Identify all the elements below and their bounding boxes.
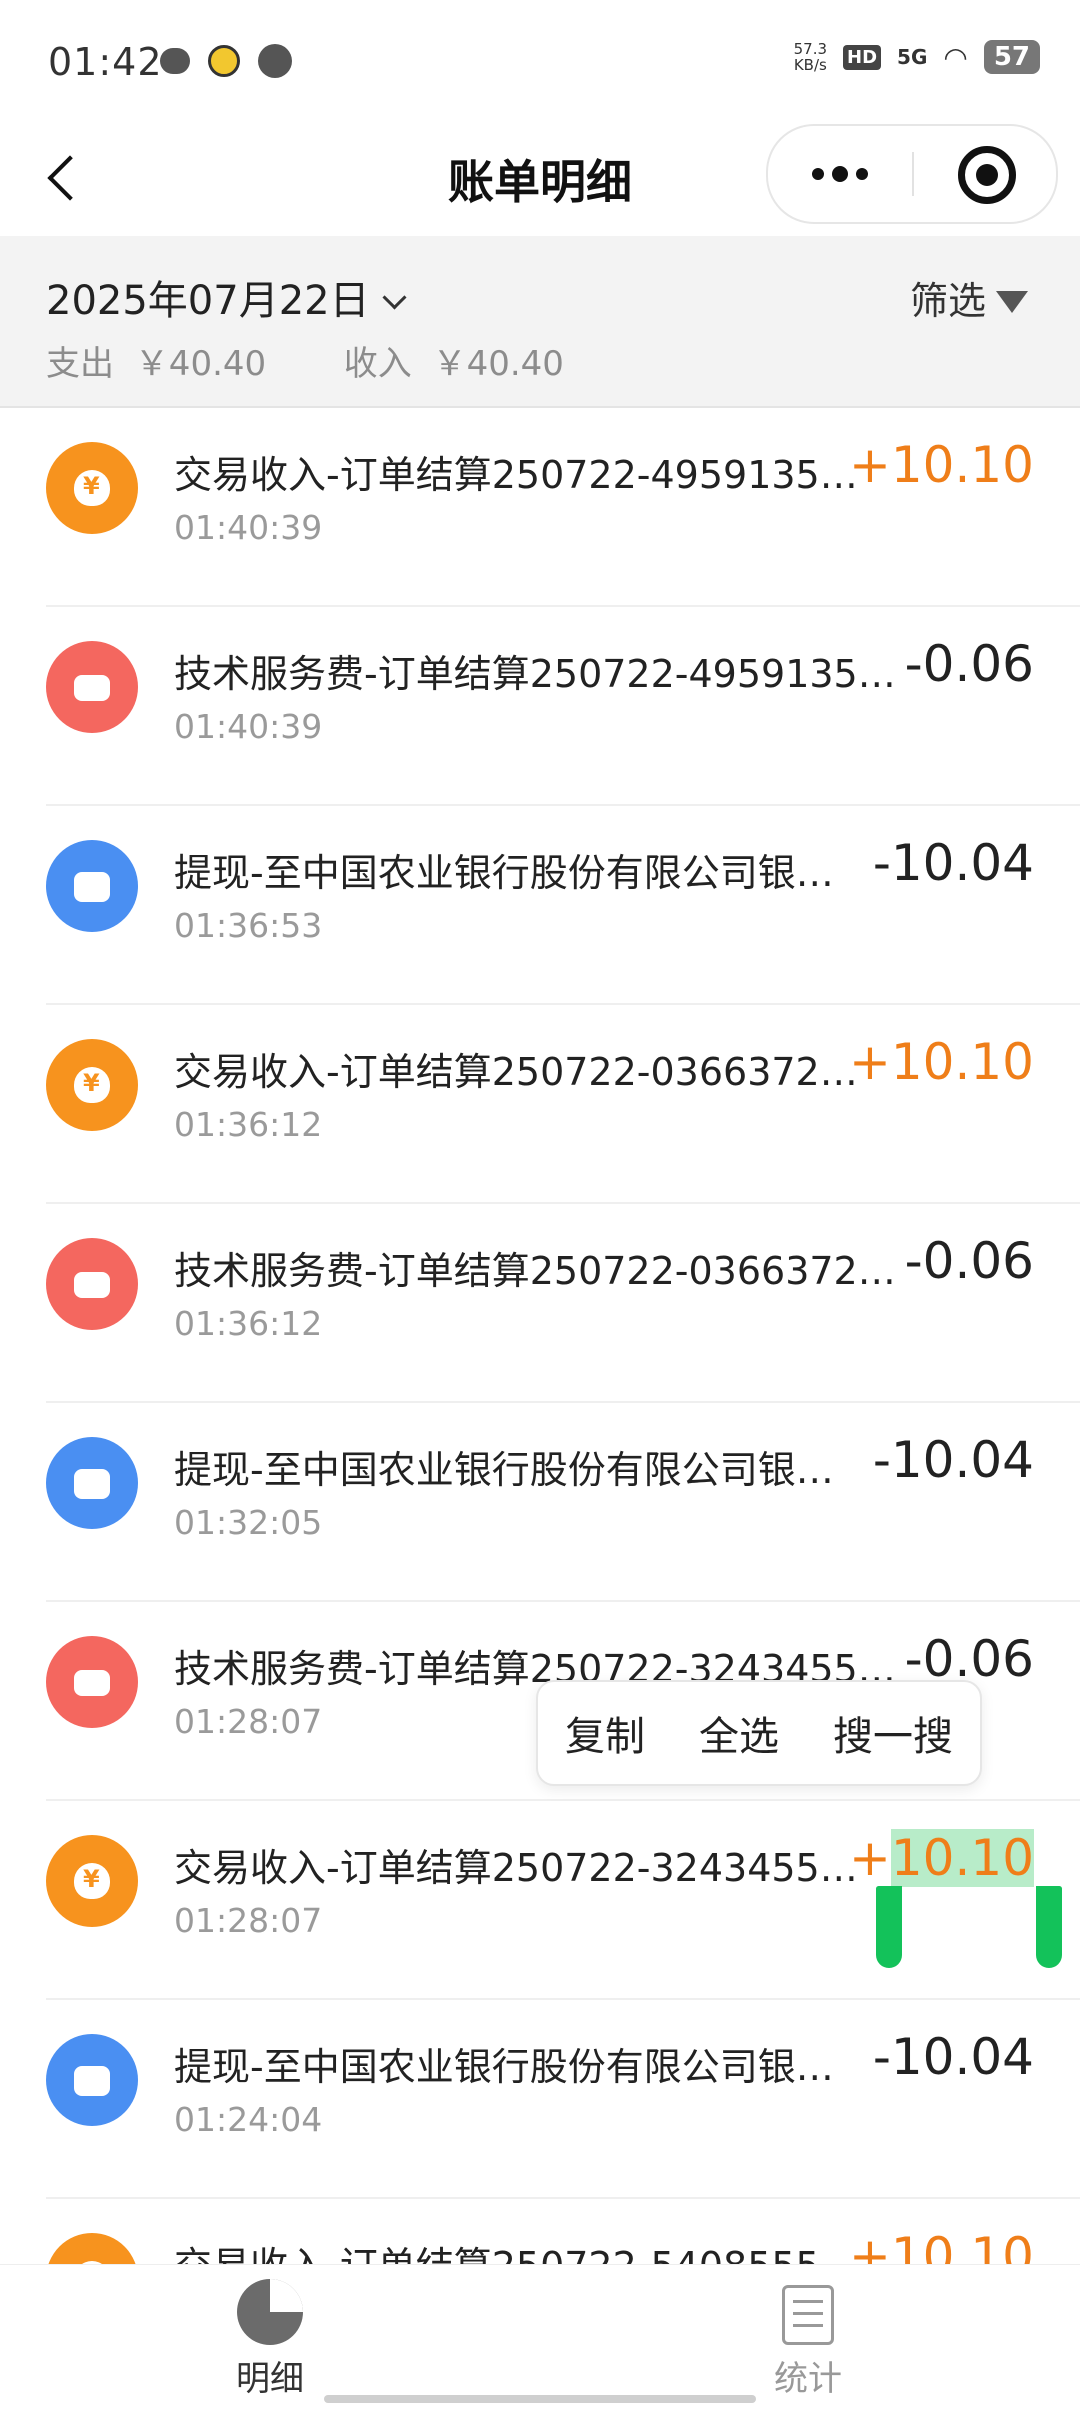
capsule-divider	[912, 152, 914, 196]
transaction-time: 01:32:05	[174, 1503, 323, 1542]
transaction-title: 技术服务费-订单结算250722-4959135…	[174, 652, 896, 696]
wallet-icon	[46, 1437, 138, 1529]
search-button[interactable]: 搜一搜	[823, 1704, 963, 1762]
chevron-down-icon	[382, 285, 407, 310]
money-bag-icon	[46, 1835, 138, 1927]
text-selection-menu: 复制 全选 搜一搜	[536, 1680, 982, 1786]
money-bag-icon	[46, 442, 138, 534]
transaction-amount: -0.06	[904, 1232, 1034, 1290]
tab-detail[interactable]: 明细	[170, 2279, 370, 2400]
summary-bar: 2025年07月22日 筛选 支出 ￥40.40 收入 ￥40.40	[0, 236, 1080, 408]
expense-value: ￥40.40	[134, 344, 267, 384]
status-bar: 01:42 57.3 KB/s HD 5G ◠ 57	[0, 0, 1080, 120]
toolbox-icon	[46, 1238, 138, 1330]
copy-button[interactable]: 复制	[555, 1704, 655, 1762]
transaction-amount: -10.04	[872, 1431, 1034, 1489]
qq-notification-icon	[208, 45, 240, 77]
transaction-amount: -10.04	[872, 2028, 1034, 2086]
music-notification-icon	[258, 44, 292, 78]
battery-icon: 57	[983, 40, 1040, 74]
income-value: ￥40.40	[432, 344, 564, 384]
transaction-row[interactable]: 提现-至中国农业银行股份有限公司银… 01:24:04 -10.04	[46, 2000, 1080, 2199]
transaction-title: 提现-至中国农业银行股份有限公司银…	[174, 1448, 834, 1492]
totals: 支出 ￥40.40 收入 ￥40.40	[46, 336, 574, 385]
transaction-time: 01:40:39	[174, 508, 323, 547]
transaction-row[interactable]: 提现-至中国农业银行股份有限公司银… 01:36:53 -10.04	[46, 806, 1080, 1005]
transaction-list[interactable]: 交易收入-订单结算250722-4959135… 01:40:39 +10.10…	[0, 408, 1080, 2264]
transaction-title: 交易收入-订单结算250722-3243455…	[174, 1846, 858, 1890]
more-dot-icon	[812, 168, 824, 180]
transaction-row[interactable]: 技术服务费-订单结算250722-0366372… 01:36:12 -0.06	[46, 1204, 1080, 1403]
transaction-title: 提现-至中国农业银行股份有限公司银…	[174, 851, 834, 895]
transaction-amount: -10.04	[872, 834, 1034, 892]
transaction-title: 技术服务费-订单结算250722-0366372…	[174, 1249, 896, 1293]
status-time: 01:42	[48, 40, 163, 84]
transaction-time: 01:36:53	[174, 906, 323, 945]
filter-button[interactable]: 筛选	[910, 270, 1028, 325]
transaction-time: 01:36:12	[174, 1304, 323, 1343]
transaction-amount: +10.10	[848, 1033, 1034, 1091]
income-label: 收入	[343, 344, 412, 384]
hd-icon: HD	[843, 44, 882, 70]
wechat-notification-icon	[160, 48, 190, 74]
signal-5g-icon: 5G	[897, 45, 928, 69]
transaction-title: 交易收入-订单结算250722-5408555…	[174, 2235, 904, 2264]
tab-stats[interactable]: 统计	[708, 2279, 908, 2400]
app-header: 账单明细	[0, 120, 1080, 236]
transaction-row[interactable]: 提现-至中国农业银行股份有限公司银… 01:32:05 -10.04	[46, 1403, 1080, 1602]
transaction-row[interactable]: 交易收入-订单结算250722-5408555… +10.10	[46, 2199, 1080, 2264]
date-selector[interactable]: 2025年07月22日	[46, 268, 407, 326]
wallet-icon	[46, 840, 138, 932]
tab-detail-label: 明细	[236, 2359, 304, 2399]
list-document-icon	[782, 2285, 834, 2345]
filter-label: 筛选	[909, 279, 986, 323]
more-dot-icon	[832, 166, 848, 182]
transaction-amount: -0.06	[904, 635, 1034, 693]
transaction-time: 01:24:04	[174, 2100, 323, 2139]
wallet-icon	[46, 2034, 138, 2126]
transaction-time: 01:40:39	[174, 707, 323, 746]
close-miniprogram-button[interactable]	[958, 146, 1016, 204]
toolbox-icon	[46, 1636, 138, 1728]
tab-stats-label: 统计	[774, 2359, 842, 2399]
transaction-time: 01:36:12	[174, 1105, 323, 1144]
transaction-amount: +10.10	[848, 436, 1034, 494]
more-dot-icon	[856, 168, 868, 180]
select-all-button[interactable]: 全选	[689, 1704, 789, 1762]
toolbox-icon	[46, 641, 138, 733]
expense-label: 支出	[46, 344, 114, 384]
transaction-amount[interactable]: +10.10	[849, 1829, 1034, 1887]
transaction-title: 提现-至中国农业银行股份有限公司银…	[174, 2045, 834, 2089]
transaction-row[interactable]: 交易收入-订单结算250722-3243455… 01:28:07 +10.10	[46, 1801, 1080, 2000]
transaction-amount: +10.10	[848, 2227, 1034, 2264]
selected-text[interactable]: 10.10	[890, 1829, 1034, 1887]
transaction-time: 01:28:07	[174, 1702, 323, 1741]
transaction-row[interactable]: 技术服务费-订单结算250722-4959135… 01:40:39 -0.06	[46, 607, 1080, 806]
pie-chart-icon	[237, 2279, 303, 2345]
money-bag-icon	[46, 2233, 138, 2264]
miniprogram-capsule	[766, 124, 1058, 224]
funnel-icon	[996, 290, 1028, 313]
selection-handle-end[interactable]	[1036, 1886, 1062, 1968]
transaction-row[interactable]: 交易收入-订单结算250722-0366372… 01:36:12 +10.10	[46, 1005, 1080, 1204]
more-options-button[interactable]	[790, 144, 890, 204]
transaction-title: 交易收入-订单结算250722-4959135…	[174, 453, 858, 497]
bottom-tab-bar: 明细 统计	[0, 2264, 1080, 2409]
wifi-icon: ◠	[943, 40, 968, 74]
network-speed: 57.3 KB/s	[793, 40, 828, 74]
transaction-row[interactable]: 交易收入-订单结算250722-4959135… 01:40:39 +10.10	[46, 408, 1080, 607]
home-indicator[interactable]	[324, 2395, 756, 2403]
money-bag-icon	[46, 1039, 138, 1131]
selection-handle-start[interactable]	[876, 1886, 902, 1968]
transaction-time: 01:28:07	[174, 1901, 323, 1940]
selected-date: 2025年07月22日	[46, 278, 370, 324]
transaction-title: 交易收入-订单结算250722-0366372…	[174, 1050, 858, 1094]
